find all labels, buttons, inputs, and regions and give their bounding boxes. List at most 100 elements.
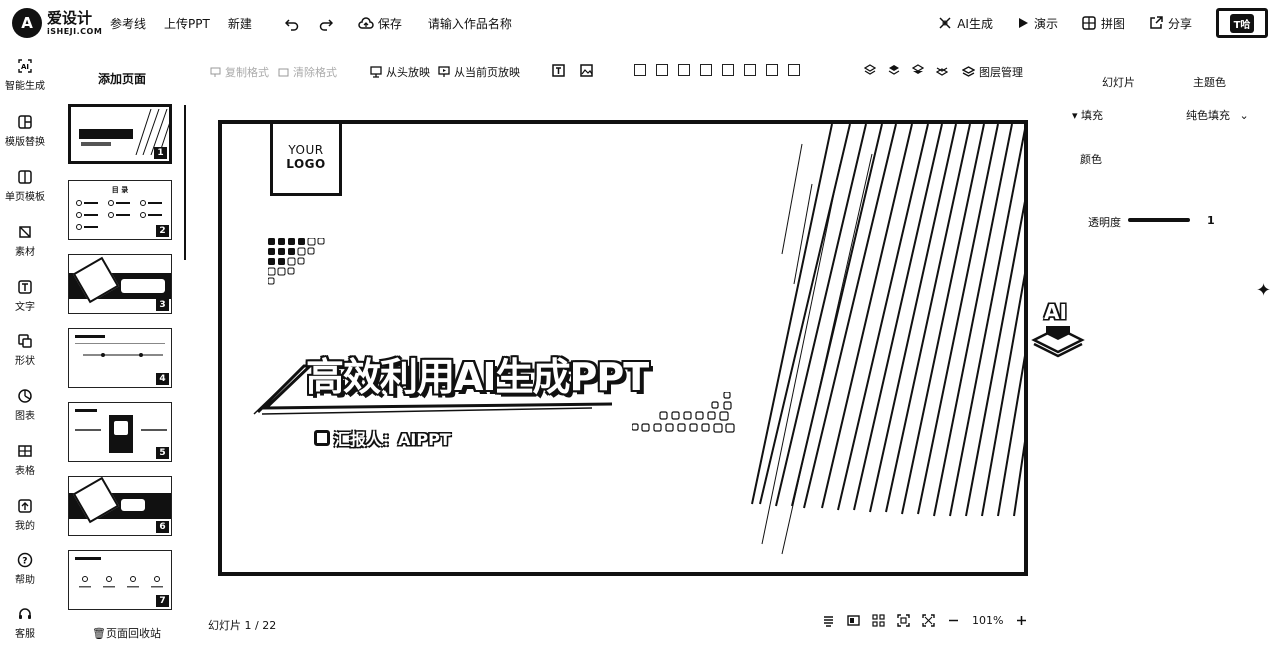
send-backward-icon[interactable] (912, 64, 924, 76)
present-button[interactable]: 演示 (1017, 15, 1058, 32)
layers-icon (962, 65, 975, 77)
sparkle-icon[interactable]: ✦ (1256, 280, 1271, 301)
rail-item-material[interactable]: 素材 (0, 224, 50, 258)
logo-en: iSHEJI.COM (47, 26, 103, 36)
play-from-start-button[interactable]: 从头放映 (370, 64, 430, 80)
slide-counter: 幻灯片 1 / 22 (208, 619, 277, 632)
share-button[interactable]: 分享 (1149, 15, 1192, 32)
guides-button[interactable]: 参考线 (110, 15, 146, 32)
distribute-horizontal-icon[interactable] (766, 64, 778, 76)
app-logo[interactable]: A 爱设计 iSHEJI.COM (12, 8, 102, 38)
bring-forward-icon[interactable] (888, 64, 900, 76)
text-box-button[interactable] (552, 64, 565, 77)
notes-icon[interactable] (822, 614, 835, 627)
rail-item-service[interactable]: 客服 (0, 606, 50, 640)
thumbnail-7[interactable]: 7 (68, 550, 172, 610)
color-label: 颜色 (1080, 153, 1102, 166)
grid-view-icon[interactable] (872, 614, 885, 627)
recycle-bin-button[interactable]: 🗑页面回收站 (92, 625, 161, 641)
normal-view-icon[interactable] (847, 614, 860, 627)
opacity-slider[interactable] (1128, 218, 1190, 222)
zoom-out-icon[interactable] (947, 614, 960, 627)
rail-item-mine[interactable]: 我的 (0, 498, 50, 532)
collage-icon (1082, 16, 1096, 30)
rail-item-shape[interactable]: 形状 (0, 333, 50, 367)
collage-button[interactable]: 拼图 (1082, 15, 1125, 32)
slide-reporter[interactable]: 汇报人：AIPPT (314, 426, 451, 450)
ai-icon: AI (18, 59, 32, 73)
text-box-icon (552, 64, 565, 77)
format-clear-button[interactable]: 清除格式 (278, 64, 337, 80)
fullscreen-icon[interactable] (922, 614, 935, 627)
single-page-icon (18, 170, 32, 184)
thumbnail-4[interactable]: 4 (68, 328, 172, 388)
play-from-current-button[interactable]: 从当前页放映 (438, 64, 520, 80)
monitor-icon (370, 66, 382, 78)
ai-assistant-float-button[interactable]: AI (1030, 300, 1086, 362)
work-title-input[interactable]: 请输入作品名称 (428, 15, 512, 32)
slide-title[interactable]: 高效利用AI生成PPT (306, 346, 649, 401)
send-back-icon[interactable] (936, 64, 948, 76)
user-avatar[interactable]: T哈 (1216, 8, 1268, 38)
logo-placeholder[interactable]: YOUR LOGO (270, 124, 342, 196)
ai-generate-button[interactable]: AI生成 (938, 15, 993, 32)
rail-item-table[interactable]: 表格 (0, 443, 50, 477)
redo-icon[interactable] (318, 16, 334, 32)
shape-icon (18, 334, 32, 348)
table-icon (18, 445, 32, 457)
thumbnail-3[interactable]: 3 (68, 254, 172, 314)
align-right-icon[interactable] (678, 64, 690, 76)
format-copy-button[interactable]: 复制格式 (210, 64, 269, 80)
help-icon: ? (17, 552, 33, 568)
bring-front-icon[interactable] (864, 64, 876, 76)
rail-item-template-swap[interactable]: 模版替换 (0, 114, 50, 148)
headset-icon (19, 608, 31, 619)
template-swap-icon (18, 115, 32, 129)
align-top-icon[interactable] (700, 64, 712, 76)
dot-grid-left (268, 238, 325, 285)
zoom-in-icon[interactable] (1015, 614, 1028, 627)
tab-slide[interactable]: 幻灯片 (1102, 74, 1135, 90)
logo-mark: A (12, 8, 42, 38)
distribute-vertical-icon[interactable] (788, 64, 800, 76)
fill-type-select[interactable]: 纯色填充 ⌄ (1186, 107, 1249, 123)
chart-icon (18, 389, 32, 403)
image-button[interactable] (580, 64, 593, 77)
thumbnail-1[interactable]: 1 (68, 104, 172, 164)
align-center-icon[interactable] (656, 64, 668, 76)
thumbnail-panel: 添加页面 1 目 录 2 3 4 5 6 7 (58, 62, 190, 650)
thumbnail-5[interactable]: 5 (68, 402, 172, 462)
eraser-icon (278, 68, 289, 76)
caret-down-icon: ▾ (1072, 109, 1082, 122)
trash-icon: 🗑 (92, 627, 106, 640)
rail-item-help[interactable]: ? 帮助 (0, 552, 50, 586)
cloud-icon (358, 16, 374, 29)
save-button[interactable]: 保存 (358, 15, 402, 32)
thumbnail-6[interactable]: 6 (68, 476, 172, 536)
align-left-icon[interactable] (634, 64, 646, 76)
right-panel-tabs: 幻灯片 主题色 (1102, 74, 1226, 90)
new-button[interactable]: 新建 (228, 15, 252, 32)
thumbnail-scrollbar[interactable] (184, 105, 186, 260)
align-bottom-icon[interactable] (744, 64, 756, 76)
logo-cn: 爱设计 (47, 8, 93, 27)
layer-manage-button[interactable]: 图层管理 (962, 64, 1023, 80)
rail-item-ai-generate[interactable]: AI 智能生成 (0, 58, 50, 92)
share-icon (1150, 16, 1163, 29)
rail-item-text[interactable]: 文字 (0, 279, 50, 313)
zoom-level[interactable]: 101% (972, 614, 1003, 627)
rail-item-single-page[interactable]: 单页模板 (0, 169, 50, 203)
undo-icon[interactable] (284, 16, 300, 32)
upload-ppt-button[interactable]: 上传PPT (164, 15, 210, 32)
fit-screen-icon[interactable] (897, 614, 910, 627)
top-menu: 参考线 上传PPT 新建 保存 请输入作品名称 (110, 15, 530, 32)
layer-order-tools (864, 64, 948, 76)
tab-theme-color[interactable]: 主题色 (1193, 74, 1226, 90)
rail-item-chart[interactable]: 图表 (0, 388, 50, 422)
thumbnail-2[interactable]: 目 录 2 (68, 180, 172, 240)
align-middle-icon[interactable] (722, 64, 734, 76)
slide-canvas[interactable]: YOUR LOGO 高效利用AI生成PPT 汇报人：AIPPT (218, 120, 1028, 576)
add-page-button[interactable]: 添加页面 (98, 70, 146, 87)
fill-section-toggle[interactable]: ▾ 填充 (1072, 107, 1103, 123)
opacity-value: 1 (1207, 214, 1215, 227)
